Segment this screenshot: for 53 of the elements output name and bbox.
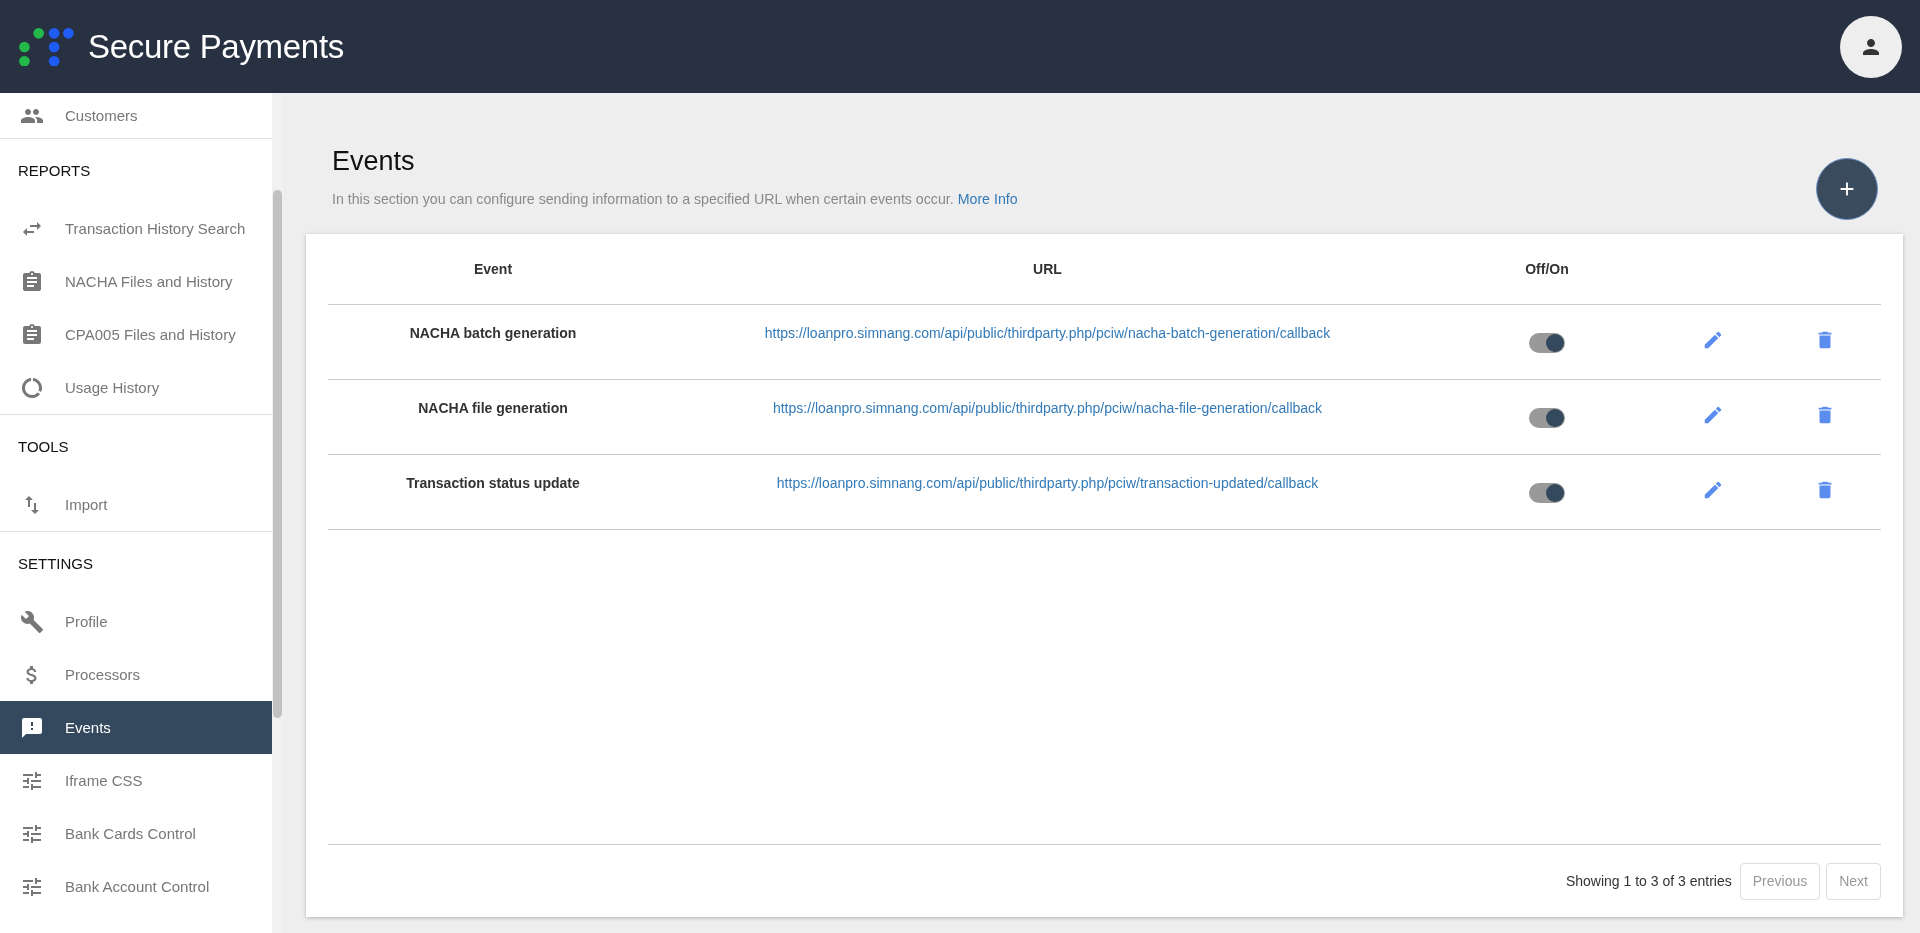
event-name: Transaction status update [406,475,580,491]
section-heading: SETTINGS [17,554,94,574]
sidebar-item[interactable]: CPA005 Files and History [0,308,272,361]
callback-url-link[interactable]: https://loanpro.simnang.com/api/public/thirdparty.php/pciw/nacha-file-generation/callback [772,400,1323,416]
clipboard-icon [20,322,44,347]
dot-grid-logo-icon [18,27,76,66]
sidebar-item[interactable]: Processors [0,648,272,701]
toggle-switch[interactable] [1529,333,1565,353]
event-name: NACHA batch generation [409,325,577,341]
sidebar-item-label: NACHA Files and History [65,273,233,290]
sidebar-item[interactable]: Iframe CSS [0,754,272,807]
sidebar-item-label: Usage History [65,379,160,396]
column-header: Event [473,261,513,277]
page-title: Events [332,146,416,177]
toggle-switch[interactable] [1529,483,1565,503]
sidebar-item-label: Customers [65,107,138,124]
sidebar-item-label: Transaction History Search [65,220,246,237]
edit-button[interactable] [1702,404,1724,426]
sidebar-item[interactable]: Usage History [0,361,272,414]
sidebar-item[interactable]: Bank Account Control [0,860,272,913]
callback-url-link[interactable]: https://loanpro.simnang.com/api/public/thirdparty.php/pciw/transaction-updated/callback [776,475,1319,491]
section-heading: REPORTS [17,161,92,181]
toggle-switch[interactable] [1529,408,1565,428]
sidebar-item-label: Import [65,496,108,513]
column-header: Off/On [1525,261,1569,277]
edit-button[interactable] [1702,479,1724,501]
entries-info: Showing 1 to 3 of 3 entries [1565,873,1732,889]
sidebar-item-label: CPA005 Files and History [65,326,236,343]
more-info-link[interactable]: More Info [957,191,1018,207]
section-heading: TOOLS [17,437,70,457]
clipboard-icon [20,269,44,294]
wrench-icon [20,609,44,634]
ring-chart-icon [20,375,44,400]
sidebar-item[interactable]: Profile [0,595,272,648]
sidebar-item-label: Bank Account Control [65,878,210,895]
sidebar-item-label: Iframe CSS [65,772,143,789]
sidebar-item[interactable]: Events [0,701,272,754]
sidebar-item[interactable]: NACHA Files and History [0,255,272,308]
sidebar-item[interactable]: Customers [0,93,272,138]
sidebar-item[interactable]: Transaction History Search [0,202,272,255]
page-description: In this section you can configure sending information to a specified URL when certain events occur. More Info [332,191,1018,207]
sidebar-item-label: Profile [65,613,108,630]
alert-message-icon [20,715,44,740]
sidebar-item[interactable]: Import [0,478,272,531]
event-name: NACHA file generation [418,400,568,416]
sidebar-item[interactable]: Bank Cards Control [0,807,272,860]
brand-name: Secure Payments [88,27,344,66]
edit-button[interactable] [1702,329,1724,351]
sidebar-item-label: Bank Cards Control [65,825,196,842]
sidebar-item-label: Events [65,719,111,736]
sidebar-item-label: Processors [65,666,141,683]
column-header: URL [1033,261,1062,277]
callback-url-link[interactable]: https://loanpro.simnang.com/api/public/thirdparty.php/pciw/nacha-batch-generation/callback [764,325,1331,341]
